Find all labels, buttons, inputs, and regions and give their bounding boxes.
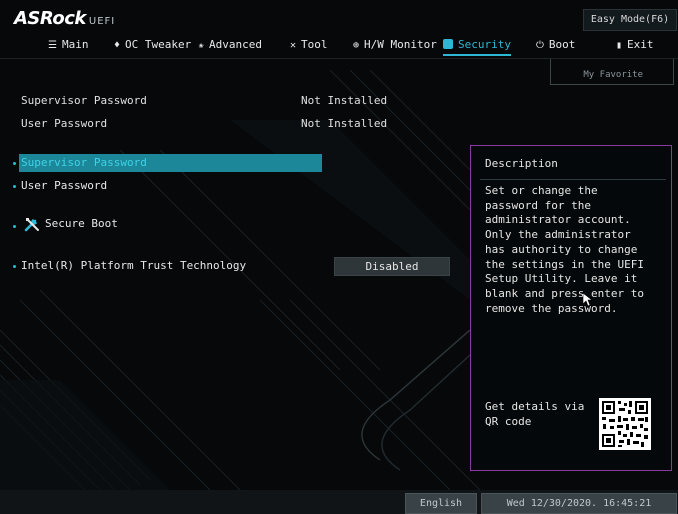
tools-icon: ✕ — [290, 40, 297, 51]
supervisor-password-item[interactable]: Supervisor Password — [21, 155, 147, 171]
tab-advanced[interactable]: ✬ Advanced — [198, 36, 262, 54]
tab-boot[interactable]: ⏻ Boot — [536, 36, 575, 54]
qr-code-label: Get details via QR code — [485, 400, 585, 428]
mouse-cursor-icon — [583, 293, 593, 307]
easy-mode-button[interactable]: Easy Mode(F6) — [583, 9, 677, 31]
item-marker — [13, 265, 16, 268]
uefi-screen: ASRock UEFI Easy Mode(F6) ☰ Main ♦ OC Tweak… — [0, 0, 678, 514]
tab-advanced-label: Advanced — [209, 38, 263, 51]
supervisor-password-status-label: Supervisor Password — [21, 94, 147, 107]
monitor-icon: ⊕ — [353, 40, 360, 51]
power-icon: ⏻ — [536, 40, 544, 51]
description-divider — [480, 179, 666, 180]
my-favorite-button[interactable]: My Favorite — [550, 59, 674, 85]
list-icon: ☰ — [48, 40, 57, 51]
tab-main[interactable]: ☰ Main — [48, 36, 88, 54]
tab-oc-tweaker-label: OC Tweaker — [125, 38, 192, 51]
user-password-status-value: Not Installed — [301, 117, 388, 130]
tab-main-label: Main — [61, 38, 89, 51]
main-tab-bar: ☰ Main ♦ OC Tweaker ✬ Advanced ✕ Tool ⊕ H/W M… — [0, 36, 678, 56]
supervisor-password-status-value: Not Installed — [301, 94, 388, 107]
tab-boot-label: Boot — [548, 38, 576, 51]
secure-boot-label: Secure Boot — [45, 217, 118, 230]
brand-name: ASRock — [14, 8, 86, 29]
ptt-value-dropdown[interactable]: Disabled — [334, 257, 450, 276]
description-title: Description — [485, 157, 558, 170]
flame-icon: ♦ — [114, 40, 121, 51]
tab-tool-label: Tool — [301, 38, 328, 51]
tab-security-label: Security — [458, 38, 511, 51]
ptt-item[interactable]: Intel(R) Platform Trust Technology — [21, 259, 246, 272]
item-marker — [13, 162, 16, 165]
tab-hw-monitor-label: H/W Monitor — [364, 38, 437, 51]
language-button[interactable]: English — [405, 493, 477, 514]
tab-exit[interactable]: ▮ Exit — [616, 36, 654, 54]
item-marker — [13, 225, 16, 228]
tab-exit-label: Exit — [627, 38, 654, 51]
brand-suffix: UEFI — [88, 16, 116, 27]
exit-icon: ▮ — [616, 40, 623, 51]
tab-hw-monitor[interactable]: ⊕ H/W Monitor — [353, 36, 437, 54]
tab-security[interactable]: Security — [443, 36, 511, 56]
qr-code-image — [599, 398, 651, 450]
tab-tool[interactable]: ✕ Tool — [290, 36, 328, 54]
tools-icon — [24, 218, 39, 232]
description-text: Set or change the password for the admin… — [485, 184, 644, 315]
asrock-logo: ASRock UEFI — [14, 8, 115, 29]
tab-oc-tweaker[interactable]: ♦ OC Tweaker — [114, 36, 191, 54]
user-password-item[interactable]: User Password — [21, 179, 107, 192]
qr-code-icon — [599, 398, 651, 450]
item-marker — [13, 185, 16, 188]
star-icon: ✬ — [198, 40, 205, 51]
datetime-display: Wed 12/30/2020. 16:45:21 — [481, 493, 677, 514]
shield-icon — [443, 39, 453, 49]
user-password-status-label: User Password — [21, 117, 108, 130]
